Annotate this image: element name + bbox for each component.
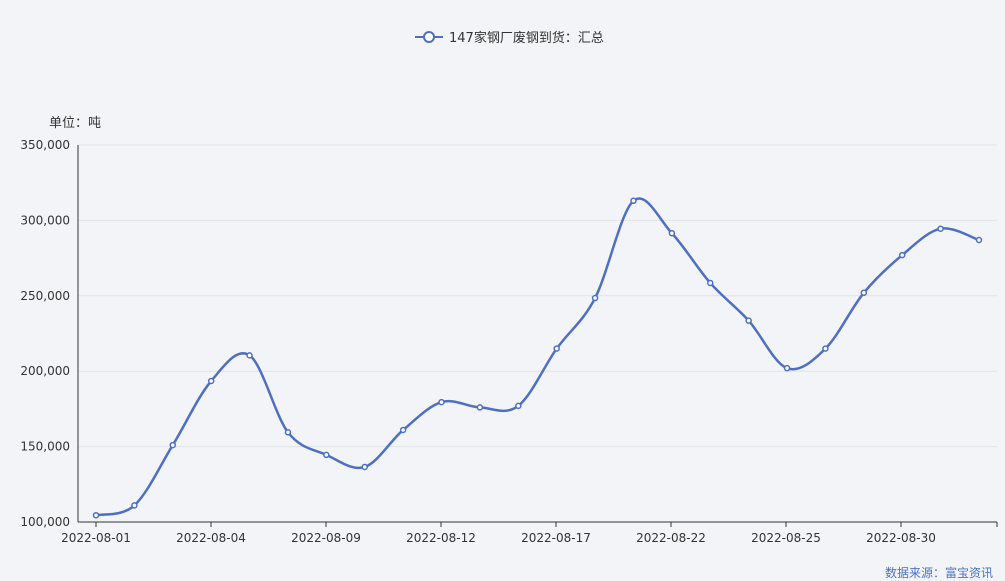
y-tick-label: 150,000 — [20, 440, 70, 454]
data-point — [323, 451, 330, 459]
data-point — [860, 289, 868, 297]
data-point — [745, 317, 752, 324]
data-point — [783, 364, 791, 372]
x-tick-label: 2022-08-09 — [291, 531, 361, 545]
y-axis-unit-label: 单位：吨 — [49, 116, 101, 131]
data-source-label: 数据来源：富宝资讯 — [885, 565, 993, 580]
data-point — [630, 197, 637, 205]
axes: 100,000 150,000 200,000 250,000 300,000 350,0… — [20, 138, 998, 545]
y-tick-label: 300,000 — [20, 213, 70, 227]
x-tick-label: 2022-08-12 — [406, 531, 476, 545]
data-point — [284, 429, 292, 436]
y-tick-label: 350,000 — [20, 138, 70, 152]
data-point — [515, 402, 522, 410]
y-tick-label: 100,000 — [20, 515, 70, 529]
legend-circle-marker — [423, 31, 435, 43]
data-point — [169, 441, 177, 449]
grid-lines — [78, 144, 997, 448]
data-point — [822, 345, 829, 352]
data-point — [591, 294, 599, 302]
data-point — [553, 345, 560, 352]
legend-series-label: 147家钢厂废钢到货：汇总 — [449, 30, 604, 46]
data-point — [207, 377, 215, 385]
data-point — [707, 279, 714, 287]
y-tick-label: 250,000 — [20, 289, 70, 303]
y-tick-label: 200,000 — [20, 364, 70, 378]
data-point — [131, 502, 138, 509]
data-point — [975, 236, 983, 244]
x-tick-label: 2022-08-04 — [176, 531, 246, 545]
data-point — [898, 251, 906, 259]
data-point — [92, 511, 100, 519]
data-point — [399, 426, 407, 434]
line-chart: 100,000 150,000 200,000 250,000 300,000 350,0… — [20, 30, 998, 580]
data-point — [361, 463, 368, 471]
series-line — [95, 197, 980, 517]
data-point — [668, 229, 676, 237]
series-layer — [92, 197, 983, 519]
x-tick-label: 2022-08-30 — [866, 531, 936, 545]
x-tick-label: 2022-08-25 — [751, 531, 821, 545]
x-tick-label: 2022-08-22 — [636, 531, 706, 545]
x-tick-label: 2022-08-01 — [61, 531, 131, 545]
data-point — [246, 352, 253, 359]
x-tick-label: 2022-08-17 — [521, 531, 591, 545]
data-point — [438, 398, 445, 406]
legend[interactable]: 147家钢厂废钢到货：汇总 — [415, 30, 604, 46]
data-point — [476, 404, 484, 411]
data-point — [937, 225, 944, 232]
